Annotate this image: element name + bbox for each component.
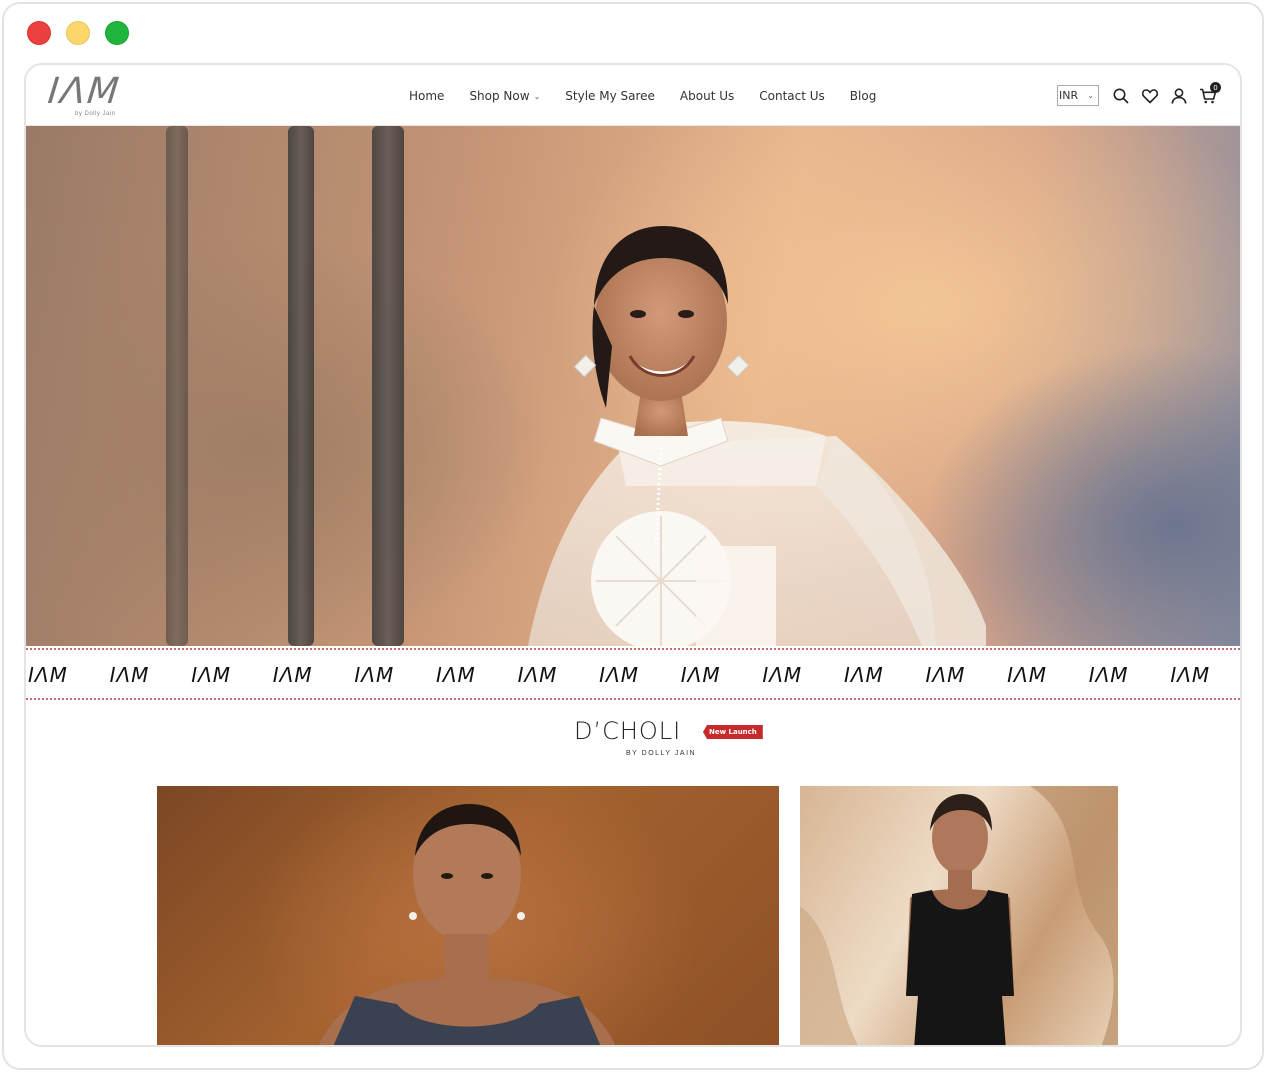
marquee-brand-logo: IΛM — [191, 663, 232, 687]
marquee-brand-logo: IΛM — [435, 663, 476, 687]
nav-style-my-saree-label: Style My Saree — [565, 89, 655, 103]
marquee-brand-logo: IΛM — [1088, 663, 1129, 687]
nav-contact-us[interactable]: Contact Us — [759, 89, 825, 103]
nav-blog[interactable]: Blog — [850, 89, 877, 103]
nav-shop-now-label: Shop Now — [469, 89, 530, 103]
marquee-brand-logo: IΛM — [843, 663, 884, 687]
marquee-brand-logo: IΛM — [762, 663, 803, 687]
main-navigation: Home Shop Now ⌄ Style My Saree About Us C… — [409, 89, 901, 103]
marquee-brand-logo: IΛM — [1007, 663, 1047, 687]
currency-select[interactable]: INR ⌄ — [1057, 85, 1099, 106]
hero-bg-tree — [372, 126, 404, 646]
site-header: IΛM by Dolly Jain Home Shop Now ⌄ Style M… — [26, 65, 1240, 126]
product-model-image — [318, 804, 616, 1045]
marquee-brand-logo: IΛM — [28, 663, 68, 687]
marquee-track: IΛM IΛM IΛM IΛM IΛM IΛM IΛM IΛM IΛM IΛM IΛM IΛM IΛM I… — [26, 663, 1240, 687]
chevron-down-icon: ⌄ — [1087, 91, 1094, 100]
logo-subtitle: by Dolly Jain — [75, 111, 116, 117]
browser-viewport: IΛM by Dolly Jain Home Shop Now ⌄ Style M… — [24, 63, 1242, 1047]
collection-subtitle: BY DOLLY JAIN — [626, 750, 697, 757]
hero-model-image — [527, 226, 986, 646]
marquee-brand-logo: IΛM — [354, 663, 395, 687]
account-user-icon[interactable] — [1170, 87, 1188, 105]
nav-contact-us-label: Contact Us — [759, 89, 825, 103]
hero-banner[interactable] — [26, 126, 1240, 646]
hero-bg-tree — [166, 126, 188, 646]
hero-bg-tree — [288, 126, 314, 646]
window-controls — [27, 21, 129, 45]
brand-marquee-strip: IΛM IΛM IΛM IΛM IΛM IΛM IΛM IΛM IΛM IΛM IΛM IΛM IΛM I… — [26, 648, 1240, 700]
chevron-down-icon: ⌄ — [533, 91, 541, 101]
currency-value: INR — [1059, 89, 1079, 102]
cart-count-badge: 0 — [1210, 82, 1221, 93]
wishlist-heart-icon[interactable] — [1141, 87, 1159, 105]
nav-home-label: Home — [409, 89, 445, 103]
product-card-image[interactable] — [800, 786, 1118, 1045]
nav-blog-label: Blog — [849, 89, 877, 103]
nav-about-us[interactable]: About Us — [680, 89, 734, 103]
marquee-brand-logo: IΛM — [1170, 663, 1211, 687]
search-icon[interactable] — [1112, 87, 1130, 105]
marquee-brand-logo: IΛM — [599, 663, 639, 687]
collection-heading[interactable]: D’CHOLI New Launch BY DOLLY JAIN — [574, 717, 774, 767]
brand-logo[interactable]: IΛM by Dolly Jain — [45, 71, 128, 121]
maximize-window-button[interactable] — [105, 21, 129, 45]
logo-mark: IΛM — [45, 71, 123, 112]
product-model-image — [800, 786, 1118, 1045]
marquee-brand-logo: IΛM — [680, 663, 721, 687]
nav-home[interactable]: Home — [409, 89, 444, 103]
marquee-brand-logo: IΛM — [925, 663, 966, 687]
nav-about-us-label: About Us — [679, 89, 735, 103]
close-window-button[interactable] — [27, 21, 51, 45]
marquee-brand-logo: IΛM — [109, 663, 150, 687]
nav-style-my-saree[interactable]: Style My Saree — [565, 89, 655, 103]
marquee-brand-logo: IΛM — [517, 663, 558, 687]
cart-icon[interactable]: 0 — [1199, 82, 1221, 105]
nav-shop-now[interactable]: Shop Now ⌄ — [469, 89, 540, 103]
new-launch-badge: New Launch — [703, 725, 763, 739]
marquee-brand-logo: IΛM — [272, 663, 313, 687]
minimize-window-button[interactable] — [66, 21, 90, 45]
product-card-image[interactable] — [157, 786, 779, 1045]
